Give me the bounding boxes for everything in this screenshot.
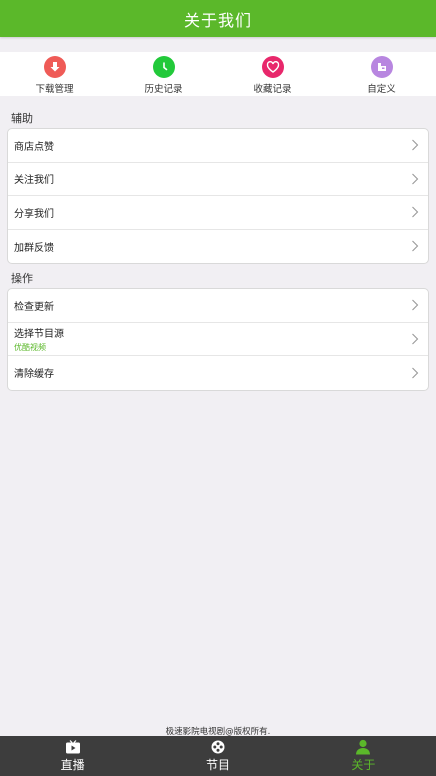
row-label: 清除缓存	[14, 369, 54, 381]
tab-about-label: 关于	[351, 758, 376, 772]
tab-live[interactable]: 直播	[0, 736, 145, 776]
quick-custom[interactable]: 自定义	[327, 52, 436, 96]
bottom-tab-bar: 直播 节目 关于	[0, 736, 436, 776]
chevron-right-icon	[412, 333, 419, 345]
section-title-assist: 辅助	[11, 112, 33, 125]
quick-favorites[interactable]: 收藏记录	[218, 52, 327, 96]
heart-icon	[261, 56, 284, 78]
row-label: 分享我们	[14, 208, 54, 220]
section-title-ops: 操作	[11, 272, 33, 285]
app-header: 关于我们	[0, 0, 436, 37]
quick-history-label: 历史记录	[144, 84, 183, 95]
tab-programs[interactable]: 节目	[145, 736, 290, 776]
row-label: 关注我们	[14, 175, 54, 187]
row-store-like[interactable]: 商店点赞	[8, 129, 428, 163]
quick-download-label: 下载管理	[35, 84, 74, 95]
tab-about[interactable]: 关于	[291, 736, 436, 776]
chevron-right-icon	[412, 299, 419, 311]
row-select-source[interactable]: 选择节目源 优酷视频	[8, 323, 428, 356]
chevron-right-icon	[412, 173, 419, 185]
tv-icon	[65, 740, 80, 754]
row-share-us[interactable]: 分享我们	[8, 196, 428, 230]
chevron-right-icon	[412, 206, 419, 218]
row-label: 商店点赞	[14, 141, 54, 153]
person-icon	[356, 739, 371, 755]
row-group-feedback[interactable]: 加群反馈	[8, 230, 428, 264]
assist-card: 商店点赞 关注我们 分享我们 加群反馈	[7, 128, 429, 264]
quick-actions-bar: 下载管理 历史记录 收藏记录 自定义	[0, 52, 436, 96]
ops-card: 检查更新 选择节目源 优酷视频 清除缓存	[7, 288, 429, 391]
quick-custom-label: 自定义	[367, 84, 396, 95]
row-clear-cache[interactable]: 清除缓存	[8, 356, 428, 390]
tab-programs-label: 节目	[205, 758, 230, 772]
chevron-right-icon	[412, 240, 419, 252]
quick-download[interactable]: 下载管理	[0, 52, 109, 96]
download-icon	[43, 56, 66, 78]
clock-icon	[152, 56, 175, 78]
tab-live-label: 直播	[60, 758, 85, 772]
row-label: 加群反馈	[14, 242, 54, 254]
custom-icon	[370, 56, 393, 78]
current-source-value: 优酷视频	[14, 342, 46, 352]
quick-favorites-label: 收藏记录	[253, 84, 292, 95]
row-check-update[interactable]: 检查更新	[8, 289, 428, 323]
film-reel-icon	[211, 740, 225, 754]
row-follow-us[interactable]: 关注我们	[8, 163, 428, 196]
chevron-right-icon	[412, 139, 419, 151]
row-label: 检查更新	[14, 301, 54, 313]
quick-history[interactable]: 历史记录	[109, 52, 218, 96]
page-title: 关于我们	[183, 10, 252, 30]
chevron-right-icon	[412, 367, 419, 379]
row-label: 选择节目源	[14, 328, 64, 340]
